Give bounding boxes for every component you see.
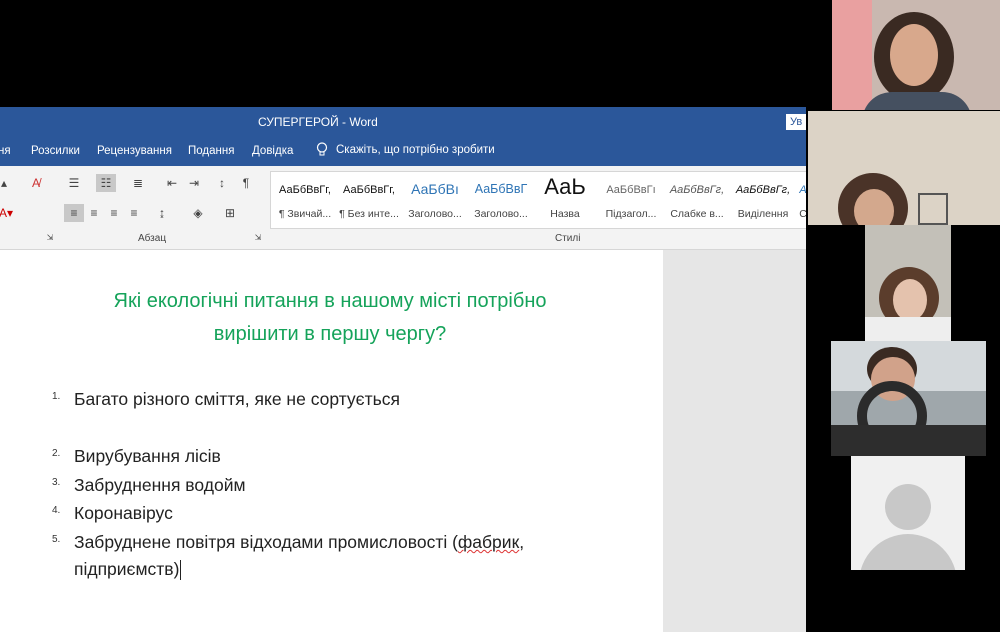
align-right-icon[interactable]: ≡ [104, 204, 124, 222]
video-tile-2[interactable] [808, 111, 1000, 225]
list-number: 2. [52, 448, 61, 459]
style-name: С [799, 208, 806, 220]
list-number: 1. [52, 391, 61, 402]
style-sample: АаБбВвГг, [735, 184, 791, 196]
avatar-head-icon [885, 484, 931, 530]
video-tile-3[interactable] [865, 225, 951, 341]
lightbulb-icon [316, 142, 328, 156]
video-tile-4[interactable] [831, 341, 986, 456]
tab-view[interactable]: Подання [188, 145, 234, 157]
styles-gallery: АаБбВвГг, ¶ Звичай... АаБбВвГг, ¶ Без ин… [270, 171, 806, 229]
list-text-line-2: підприємств) [74, 556, 182, 583]
user-button[interactable]: Ув [786, 114, 806, 130]
line-spacing-icon[interactable]: ↨ [152, 204, 172, 222]
style-name: ¶ Звичай... [278, 208, 332, 220]
font-size-shrink-icon[interactable]: ▴ [0, 174, 14, 192]
avatar-body-icon [859, 534, 957, 570]
picture-frame [918, 193, 948, 225]
style-name: Заголово... [474, 208, 528, 220]
styles-group-label: Стилі [555, 233, 581, 244]
style-sample: АаБбВвГг, [669, 184, 725, 196]
numbering-icon[interactable]: ☷ [96, 174, 116, 192]
style-sample: АаБбВвГ [474, 182, 528, 196]
style-sample: А [799, 184, 806, 196]
heading-line-2: вирішити в першу чергу? [213, 323, 447, 345]
style-heading2[interactable]: АаБбВвГ Заголово... [469, 172, 533, 228]
style-name: Виділення [737, 208, 789, 220]
paragraph-group-label: Абзац [138, 233, 167, 244]
document-heading: Які екологічні питання в нашому місті по… [40, 285, 620, 351]
tell-me-box[interactable]: Скажіть, що потрібно зробити [316, 142, 495, 157]
video-tile-1[interactable] [832, 0, 1000, 110]
style-title[interactable]: АаЬ Назва [535, 172, 595, 228]
paragraph-dialog-launcher-icon[interactable]: ⇲ [248, 228, 268, 246]
style-name: Назва [550, 208, 580, 220]
align-center-icon[interactable]: ≡ [84, 204, 104, 222]
ribbon: ▴ A̸ ☰ ☷ ≣ ⇤ ⇥ ↕ ¶ A▾ ≡ ≡ ≡ ≡ ↨ ◈ ⊞ Абза… [0, 166, 806, 250]
spelling-flag: фабрик [457, 532, 520, 552]
font-dialog-launcher-icon[interactable]: ⇲ [40, 228, 60, 246]
window-title: СУПЕРГЕРОЙ - Word [258, 115, 378, 129]
bullets-icon[interactable]: ☰ [64, 174, 84, 192]
sort-icon[interactable]: ↕ [212, 174, 232, 192]
tell-me-text: Скажіть, що потрібно зробити [336, 143, 495, 156]
list-text: Вирубування лісів [74, 446, 221, 466]
style-name: Заголово... [408, 208, 462, 220]
style-partial[interactable]: А С [797, 172, 806, 228]
style-sample: АаБбВı [411, 181, 459, 197]
participant-shirt [865, 317, 951, 341]
style-name: Слабке в... [670, 208, 724, 220]
style-emphasis[interactable]: АаБбВвГг, Виділення [731, 172, 795, 228]
ribbon-tabs: ня Розсилки Рецензування Подання Довідка… [0, 137, 806, 166]
list-text: Забруднене повітря відходами промисловос… [74, 529, 524, 556]
tab-mailings-partial[interactable]: ня [0, 145, 11, 157]
tab-mailings[interactable]: Розсилки [31, 145, 80, 157]
list-number: 5. [52, 534, 61, 545]
list-number: 4. [52, 505, 61, 516]
decrease-indent-icon[interactable]: ⇤ [162, 174, 182, 192]
style-subtitle[interactable]: АаБбВвГı Підзагол... [599, 172, 663, 228]
style-no-spacing[interactable]: АаБбВвГг, ¶ Без инте... [337, 172, 401, 228]
participant-shirt [862, 92, 972, 110]
multilevel-list-icon[interactable]: ≣ [128, 174, 148, 192]
title-bar: СУПЕРГЕРОЙ - Word Ув [0, 107, 806, 137]
style-sample: АаБбВвГг, [279, 184, 331, 196]
style-name: ¶ Без инте... [339, 208, 399, 220]
style-sample: АаБбВвГı [606, 184, 656, 196]
tab-review[interactable]: Рецензування [97, 145, 172, 157]
list-text: Забруднення водойм [74, 475, 246, 495]
background-shape [832, 0, 872, 110]
list-text: Багато різного сміття, яке не сортується [74, 389, 400, 409]
shading-icon[interactable]: ◈ [188, 204, 208, 222]
pilcrow-icon[interactable]: ¶ [236, 174, 256, 192]
list-text-part: Забруднене повітря відходами промисловос… [74, 532, 458, 552]
style-heading1[interactable]: АаБбВı Заголово... [403, 172, 467, 228]
style-subtle-emphasis[interactable]: АаБбВвГг, Слабке в... [665, 172, 729, 228]
heading-line-1: Які екологічні питання в нашому місті по… [113, 290, 547, 312]
document-background [663, 250, 806, 632]
font-color-icon[interactable]: A▾ [0, 204, 16, 222]
borders-icon[interactable]: ⊞ [220, 204, 240, 222]
document-page[interactable]: Які екологічні питання в нашому місті по… [0, 250, 663, 632]
text-cursor [180, 560, 182, 581]
justify-icon[interactable]: ≡ [124, 204, 144, 222]
increase-indent-icon[interactable]: ⇥ [184, 174, 204, 192]
participant-face [890, 24, 938, 86]
clear-format-icon[interactable]: A̸ [26, 174, 46, 192]
style-normal[interactable]: АаБбВвГг, ¶ Звичай... [273, 172, 337, 228]
tab-help[interactable]: Довідка [252, 145, 293, 157]
style-sample: АаЬ [544, 174, 586, 199]
list-text: Коронавірус [74, 503, 173, 523]
style-sample: АаБбВвГг, [343, 184, 395, 196]
list-number: 3. [52, 477, 61, 488]
list-text-part: підприємств) [74, 559, 180, 579]
video-tile-5[interactable] [851, 456, 965, 570]
list-text-part: , [519, 532, 525, 552]
align-left-icon[interactable]: ≡ [64, 204, 84, 222]
participant-face [893, 279, 927, 321]
style-name: Підзагол... [605, 208, 657, 220]
word-window: СУПЕРГЕРОЙ - Word Ув ня Розсилки Рецензу… [0, 107, 806, 632]
participant-shirt [831, 425, 986, 456]
participant-face [854, 189, 894, 225]
